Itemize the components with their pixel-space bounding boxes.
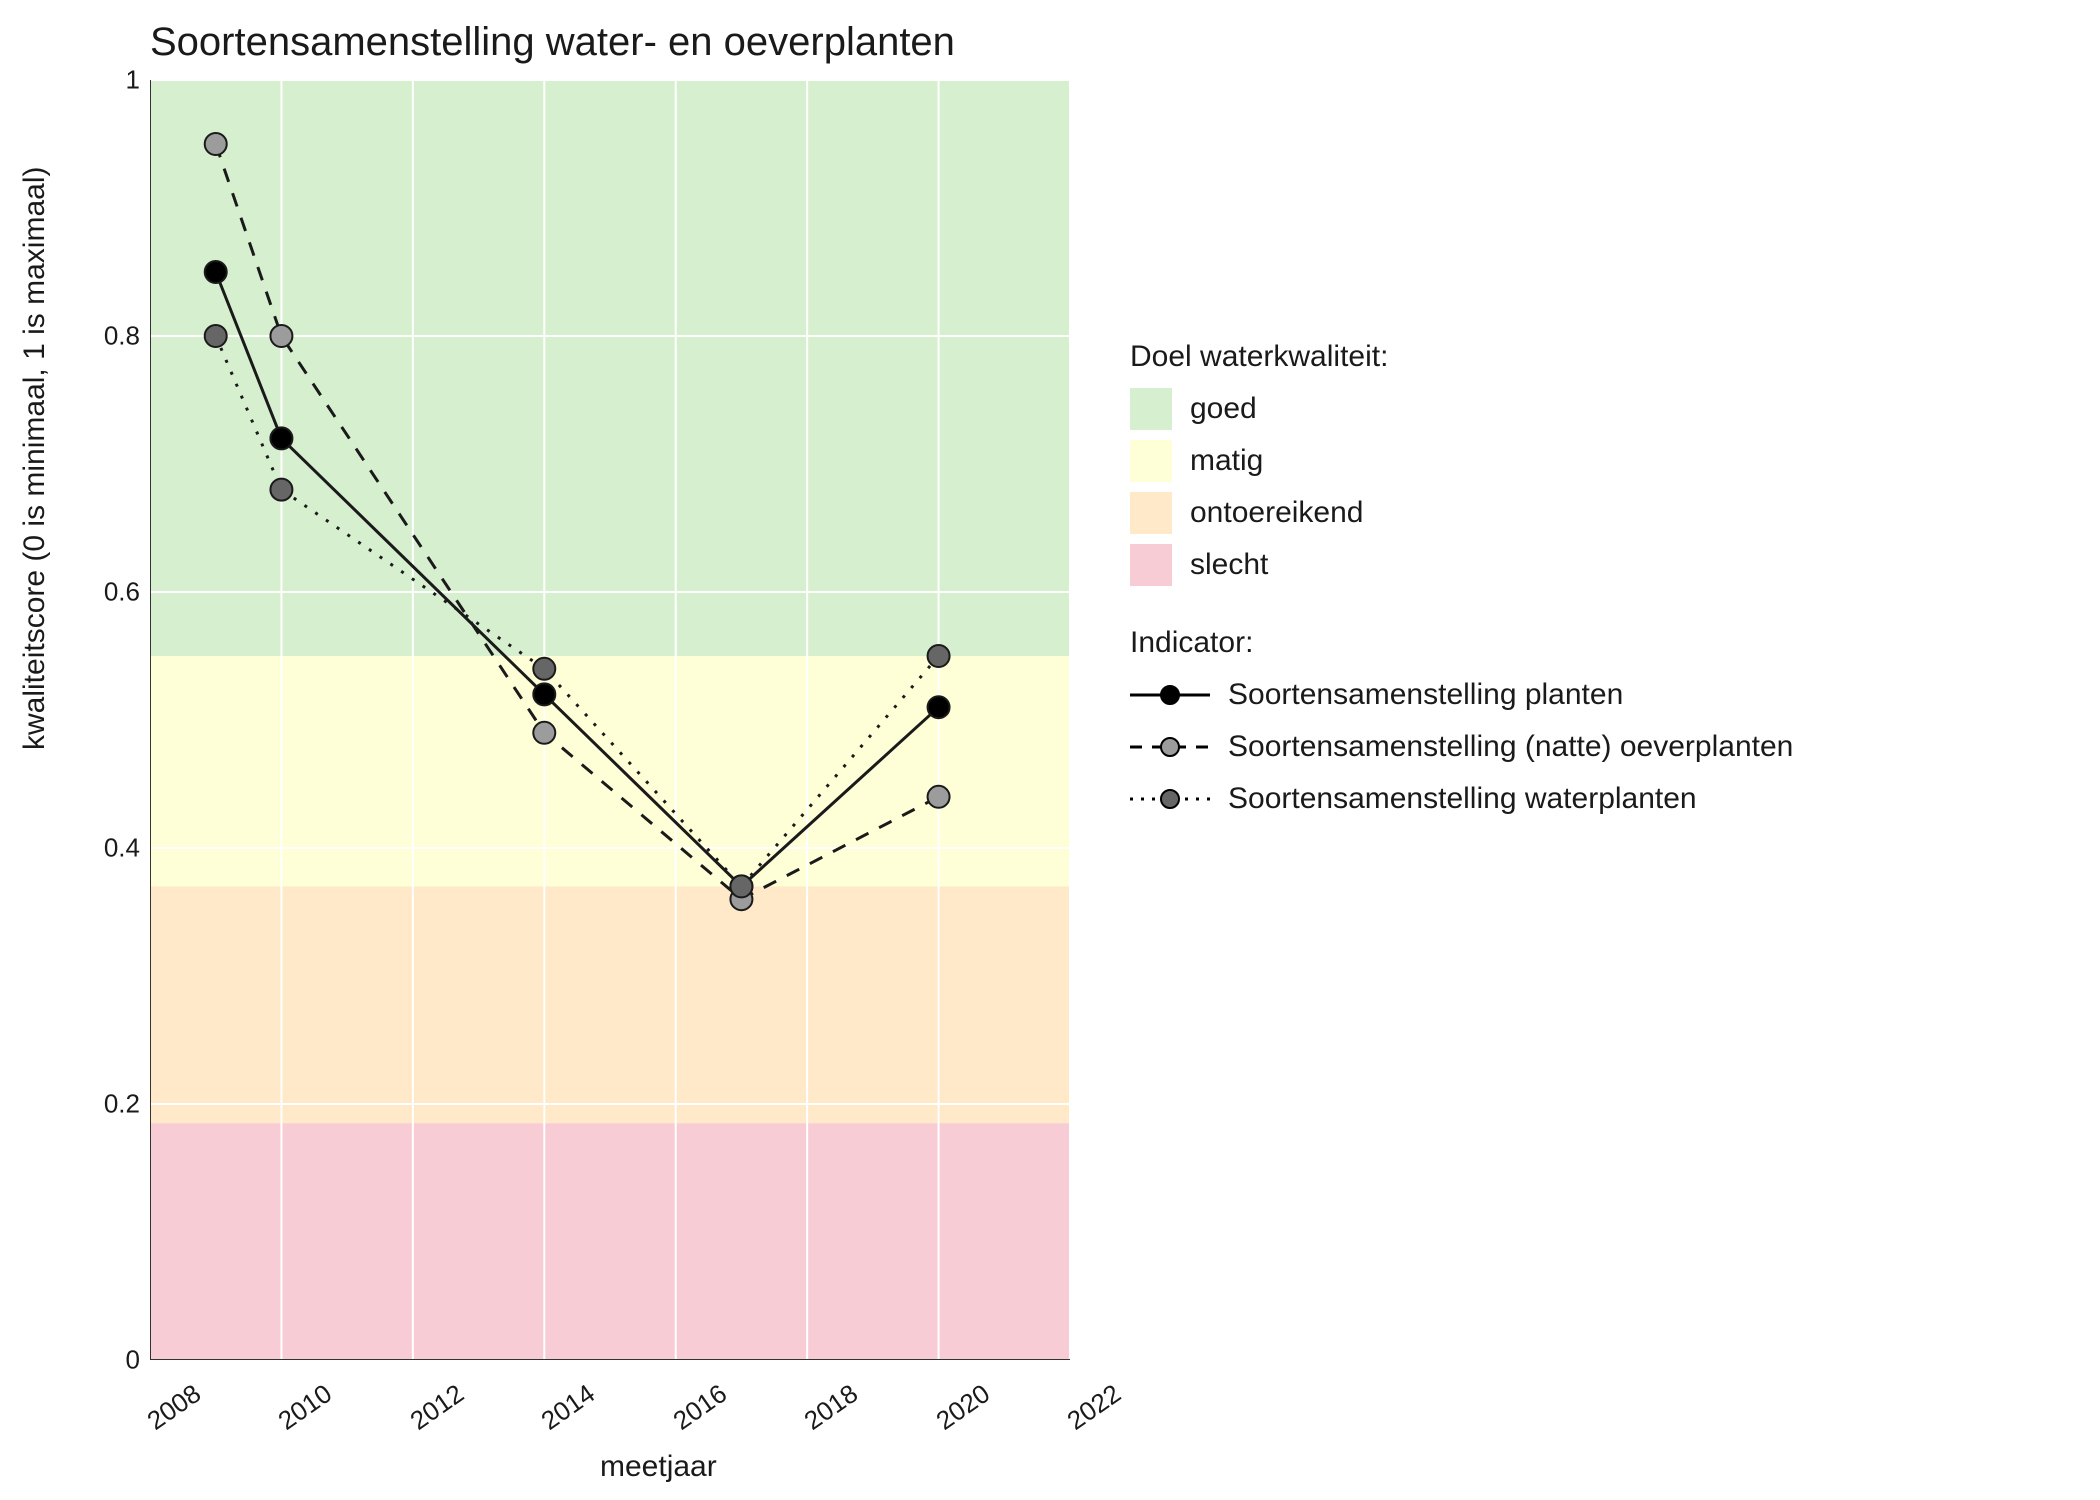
x-tick-2012: 2012 (405, 1378, 470, 1437)
y-tick-02: 0.2 (80, 1089, 140, 1120)
legend-fill-label-3: slecht (1190, 548, 1268, 582)
matig-swatch (1130, 440, 1172, 482)
legend-series-1-icon (1130, 726, 1210, 768)
y-tick-04: 0.4 (80, 833, 140, 864)
legend-fill-slecht: slecht (1130, 544, 2070, 586)
x-tick-2014: 2014 (536, 1378, 601, 1437)
legend-series-2-label: Soortensamenstelling waterplanten (1228, 782, 1697, 816)
y-tick-10: 1 (80, 65, 140, 96)
x-tick-2016: 2016 (668, 1378, 733, 1437)
legend-fill-goed: goed (1130, 388, 2070, 430)
legend-fill-matig: matig (1130, 440, 2070, 482)
x-axis-label: meetjaar (600, 1450, 717, 1484)
y-tick-08: 0.8 (80, 321, 140, 352)
y-tick-0: 0 (80, 1345, 140, 1376)
legend-fill-ontoereikend: ontoereikend (1130, 492, 2070, 534)
x-tick-2010: 2010 (273, 1378, 338, 1437)
x-tick-2018: 2018 (799, 1378, 864, 1437)
chart-title: Soortensamenstelling water- en oeverplan… (150, 20, 955, 65)
legend-series-0-label: Soortensamenstelling planten (1228, 678, 1623, 712)
chart-figure: Soortensamenstelling water- en oeverplan… (0, 0, 2100, 1500)
legend-series-1: Soortensamenstelling (natte) oeverplante… (1130, 726, 2070, 768)
y-axis-label: kwaliteitscore (0 is minimaal, 1 is maxi… (18, 167, 52, 750)
goed-swatch (1130, 388, 1172, 430)
plot-area (150, 80, 1070, 1360)
y-tick-06: 0.6 (80, 577, 140, 608)
x-tick-2022: 2022 (1062, 1378, 1127, 1437)
ontoereikend-swatch (1130, 492, 1172, 534)
legend-series-2: Soortensamenstelling waterplanten (1130, 778, 2070, 820)
legend-series-1-label: Soortensamenstelling (natte) oeverplante… (1228, 730, 1793, 764)
x-tick-2008: 2008 (142, 1378, 207, 1437)
legend: Doel waterkwaliteit: goed matig ontoerei… (1130, 300, 2070, 830)
legend-series-0: Soortensamenstelling planten (1130, 674, 2070, 716)
legend-line-title: Indicator: (1130, 626, 2070, 660)
x-tick-2020: 2020 (931, 1378, 996, 1437)
legend-series-0-icon (1130, 674, 1210, 716)
slecht-swatch (1130, 544, 1172, 586)
legend-series-2-icon (1130, 778, 1210, 820)
legend-fill-title: Doel waterkwaliteit: (1130, 340, 2070, 374)
legend-fill-label-0: goed (1190, 392, 1257, 426)
legend-fill-label-1: matig (1190, 444, 1263, 478)
legend-fill-label-2: ontoereikend (1190, 496, 1363, 530)
